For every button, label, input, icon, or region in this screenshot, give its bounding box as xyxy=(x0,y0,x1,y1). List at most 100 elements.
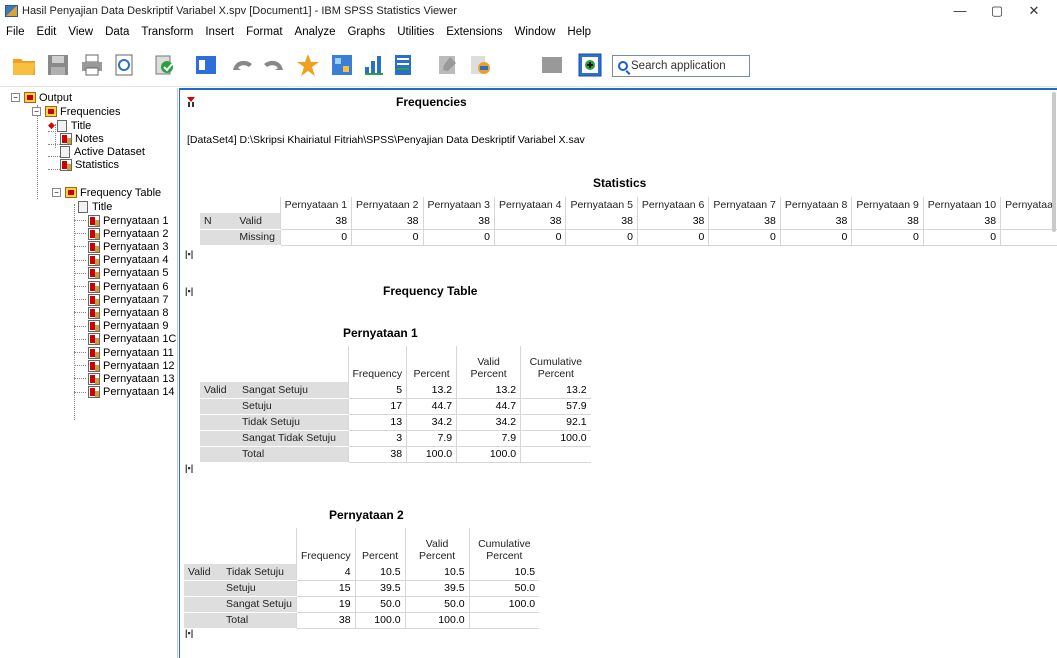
freq-cell[interactable]: 44.7 xyxy=(406,398,457,415)
freq-cell[interactable]: 19 xyxy=(295,596,356,613)
export-icon[interactable] xyxy=(152,53,176,77)
freq-cell[interactable]: 50.0 xyxy=(404,596,470,613)
freq-cell[interactable]: 44.7 xyxy=(456,398,521,415)
stats-cell[interactable]: 38 xyxy=(279,213,352,230)
designate-window-icon[interactable] xyxy=(540,53,564,77)
recall-dialog-icon[interactable] xyxy=(194,53,218,77)
tree-frequency-table[interactable]: − Frequency Table xyxy=(52,186,161,199)
stats-cell[interactable]: 38 xyxy=(922,213,1001,230)
stats-cell[interactable]: 0 xyxy=(565,229,638,246)
freq-column-header[interactable]: Frequency xyxy=(347,346,407,382)
tree-item-pernyataan[interactable]: Pernyataan 12 xyxy=(88,359,175,372)
tree-item-pernyataan[interactable]: Pernyataan 14 xyxy=(88,386,175,399)
freq-cell[interactable]: 39.5 xyxy=(354,580,406,597)
stats-cell[interactable]: 0 xyxy=(636,229,709,246)
redo-icon[interactable] xyxy=(262,53,286,77)
undo-icon[interactable] xyxy=(230,53,254,77)
stats-cell[interactable]: 0 xyxy=(279,229,352,246)
freq-cell[interactable] xyxy=(468,612,540,629)
stats-cell[interactable] xyxy=(1000,213,1057,230)
freq-cell[interactable]: 57.9 xyxy=(520,398,591,415)
stats-column-header[interactable]: Pernyataan 4 xyxy=(493,197,566,213)
stats-cell[interactable]: 38 xyxy=(493,213,566,230)
freq-column-header[interactable]: Cumulative Percent xyxy=(468,528,540,564)
open-icon[interactable] xyxy=(12,53,36,77)
pernyataan1-frequency-table[interactable]: Frequency Percent Valid Percent Cumulative … xyxy=(200,346,591,463)
tree-item-pernyataan[interactable]: Pernyataan 6 xyxy=(88,280,168,293)
stats-column-header[interactable]: Pernyataan 7 xyxy=(708,197,781,213)
menu-edit[interactable]: Edit xyxy=(31,26,63,38)
collapse-toggle[interactable]: − xyxy=(52,188,61,197)
menu-transform[interactable]: Transform xyxy=(135,26,199,38)
stats-cell[interactable]: 38 xyxy=(422,213,495,230)
tree-item-pernyataan[interactable]: Pernyataan 13 xyxy=(88,372,175,385)
stats-cell[interactable]: 0 xyxy=(493,229,566,246)
stats-column-header[interactable]: Pernyataan 8 xyxy=(779,197,852,213)
menu-graphs[interactable]: Graphs xyxy=(341,26,391,38)
restore-button[interactable]: ▢ xyxy=(977,0,1017,21)
stats-column-header[interactable]: Pernyataan 10 xyxy=(922,197,1001,213)
print-icon[interactable] xyxy=(80,53,104,77)
tree-output[interactable]: − Output xyxy=(11,91,72,104)
stats-cell[interactable]: 0 xyxy=(422,229,495,246)
stats-cell[interactable]: 38 xyxy=(851,213,924,230)
tree-statistics[interactable]: Statistics xyxy=(60,158,119,171)
variables-icon[interactable] xyxy=(362,53,386,77)
promote-icon[interactable] xyxy=(578,53,602,77)
statistics-table[interactable]: Pernyataan 1 Pernyataan 2 Pernyataan 3 Pern… xyxy=(200,197,1057,246)
search-input[interactable]: Search application xyxy=(631,60,726,72)
tree-item-pernyataan[interactable]: Pernyataan 11 xyxy=(88,346,174,359)
freq-cell[interactable]: 100.0 xyxy=(520,430,591,447)
freq-cell[interactable]: 10.5 xyxy=(404,564,470,581)
tree-item-pernyataan[interactable]: Pernyataan 1C xyxy=(88,333,176,346)
tree-item-pernyataan[interactable]: Pernyataan 5 xyxy=(88,267,168,280)
freq-cell[interactable]: 34.2 xyxy=(406,414,457,431)
tree-item-pernyataan[interactable]: Pernyataan 1 xyxy=(88,214,168,227)
tree-ft-title[interactable]: Title xyxy=(78,200,112,213)
stats-column-header[interactable]: Pernyataan 9 xyxy=(851,197,924,213)
menu-window[interactable]: Window xyxy=(509,26,562,38)
menu-insert[interactable]: Insert xyxy=(199,26,240,38)
search-box[interactable]: Search application xyxy=(612,55,750,77)
stats-cell[interactable]: 0 xyxy=(851,229,924,246)
tree-item-pernyataan[interactable]: Pernyataan 9 xyxy=(88,320,168,333)
menu-file[interactable]: File xyxy=(0,26,31,38)
stats-cell[interactable]: 38 xyxy=(779,213,852,230)
close-button[interactable]: ✕ xyxy=(1014,0,1054,21)
freq-column-header[interactable]: Valid Percent xyxy=(404,528,470,564)
stats-cell[interactable]: 38 xyxy=(636,213,709,230)
freq-cell[interactable]: 13.2 xyxy=(456,382,521,399)
freq-cell[interactable]: 39.5 xyxy=(404,580,470,597)
freq-cell[interactable]: 7.9 xyxy=(456,430,521,447)
vertical-scrollbar[interactable] xyxy=(1052,92,1056,232)
tree-item-pernyataan[interactable]: Pernyataan 4 xyxy=(88,254,168,267)
collapse-toggle[interactable]: − xyxy=(11,93,20,102)
goto-data-icon[interactable] xyxy=(296,53,320,77)
output-viewer[interactable]: Frequencies [DataSet4] D:\Skripsi Khairi… xyxy=(179,88,1057,658)
tree-item-pernyataan[interactable]: Pernyataan 8 xyxy=(88,306,168,319)
stats-column-header[interactable]: Pernyataan 3 xyxy=(422,197,495,213)
tree-item-pernyataan[interactable]: Pernyataan 7 xyxy=(88,293,168,306)
freq-cell[interactable]: 34.2 xyxy=(456,414,521,431)
freq-cell[interactable]: 50.0 xyxy=(354,596,406,613)
menu-format[interactable]: Format xyxy=(240,26,288,38)
stats-cell[interactable] xyxy=(1000,229,1057,246)
freq-cell[interactable]: 17 xyxy=(347,398,407,415)
stats-column-header[interactable]: Pernyataan 5 xyxy=(565,197,638,213)
show-all-icon[interactable] xyxy=(436,53,460,77)
menu-extensions[interactable]: Extensions xyxy=(440,26,508,38)
collapse-toggle[interactable]: − xyxy=(32,107,41,116)
save-icon[interactable] xyxy=(46,53,70,77)
stats-column-header[interactable]: Pernyataan 2 xyxy=(351,197,424,213)
menu-help[interactable]: Help xyxy=(561,26,597,38)
freq-cell[interactable]: 13.2 xyxy=(520,382,591,399)
stats-cell[interactable]: 38 xyxy=(708,213,781,230)
freq-cell[interactable]: 10.5 xyxy=(354,564,406,581)
select-cases-icon[interactable] xyxy=(392,53,416,77)
pernyataan2-frequency-table[interactable]: Frequency Percent Valid Percent Cumulative … xyxy=(184,528,540,629)
freq-cell[interactable] xyxy=(520,446,591,463)
freq-column-header[interactable]: Percent xyxy=(354,528,406,564)
tree-active-dataset[interactable]: Active Dataset xyxy=(60,145,145,158)
menu-view[interactable]: View xyxy=(62,26,99,38)
freq-cell[interactable]: 5 xyxy=(347,382,407,399)
